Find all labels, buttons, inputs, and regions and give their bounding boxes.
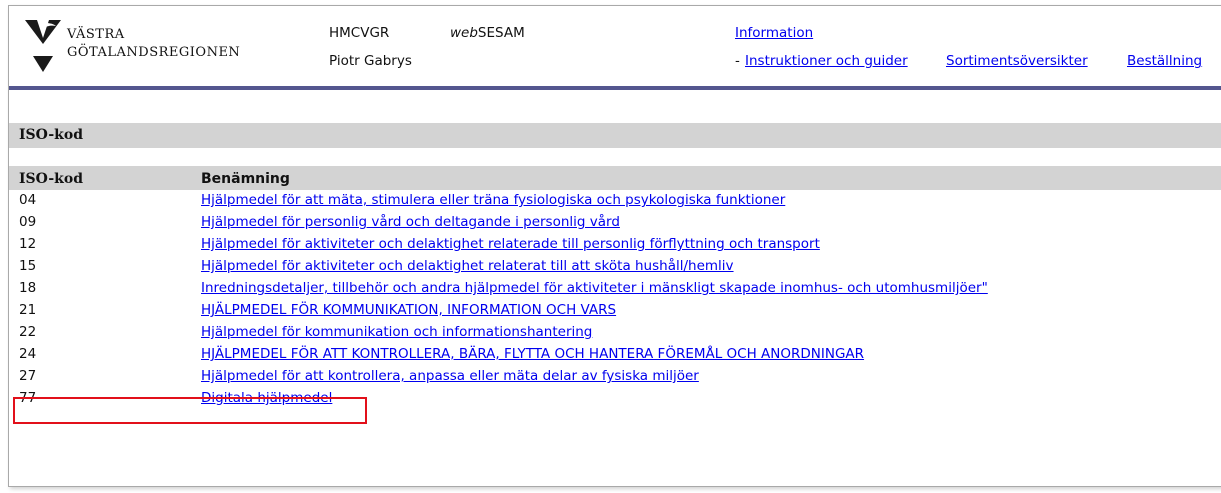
ordering-link[interactable]: Beställning (1127, 53, 1202, 69)
table-row: 27 Hjälpmedel för att kontrollera, anpas… (9, 366, 1221, 387)
page-frame: VÄSTRA GÖTALANDSREGIONEN HMCVGR webSESAM… (8, 5, 1221, 487)
logo-text-line1: VÄSTRA (67, 27, 125, 42)
iso-code-cell: 22 (19, 324, 37, 340)
iso-name-link[interactable]: HJÄLPMEDEL FÖR KOMMUNIKATION, INFORMATIO… (201, 302, 616, 318)
table-row: 15 Hjälpmedel för aktiviteter och delakt… (9, 256, 1221, 277)
app-name-prefix: web (450, 25, 478, 41)
table-row: 21 HJÄLPMEDEL FÖR KOMMUNIKATION, INFORMA… (9, 300, 1221, 321)
system-name: HMCVGR (329, 25, 390, 41)
logo-emblem-icon (25, 20, 61, 72)
section-title: ISO-kod (19, 127, 84, 143)
iso-name-link[interactable]: Inredningsdetaljer, tillbehör och andra … (201, 280, 988, 296)
iso-name-link[interactable]: Hjälpmedel för aktiviteter och delaktigh… (201, 258, 734, 274)
iso-name-link[interactable]: Hjälpmedel för att kontrollera, anpassa … (201, 368, 699, 384)
header-divider (9, 86, 1221, 90)
iso-code-cell: 24 (19, 346, 37, 362)
table-row: 22 Hjälpmedel för kommunikation och info… (9, 322, 1221, 343)
column-header-iso-code: ISO-kod (19, 171, 84, 187)
iso-name-link[interactable]: Hjälpmedel för kommunikation och informa… (201, 324, 592, 340)
section-header: ISO-kod (9, 123, 1221, 148)
table-header: ISO-kod Benämning (9, 166, 1221, 190)
highlight-box (13, 397, 367, 424)
column-header-name: Benämning (201, 171, 290, 187)
table-row: 09 Hjälpmedel för personlig vård och del… (9, 212, 1221, 233)
page-header: VÄSTRA GÖTALANDSREGIONEN HMCVGR webSESAM… (9, 6, 1221, 86)
iso-name-link[interactable]: HJÄLPMEDEL FÖR ATT KONTROLLERA, BÄRA, FL… (201, 346, 864, 362)
iso-code-cell: 09 (19, 214, 37, 230)
iso-name-link[interactable]: Hjälpmedel för att mäta, stimulera eller… (201, 192, 785, 208)
iso-name-link[interactable]: Hjälpmedel för personlig vård och deltag… (201, 214, 620, 230)
iso-code-cell: 04 (19, 192, 37, 208)
table-row: 04 Hjälpmedel för att mäta, stimulera el… (9, 190, 1221, 211)
app-name-suffix: SESAM (477, 25, 525, 41)
iso-code-cell: 21 (19, 302, 37, 318)
app-name: webSESAM (450, 25, 525, 41)
region-logo[interactable]: VÄSTRA GÖTALANDSREGIONEN (23, 16, 303, 80)
information-link[interactable]: Information (735, 25, 813, 41)
user-name: Piotr Gabrys (329, 53, 412, 69)
table-row: 12 Hjälpmedel för aktiviteter och delakt… (9, 234, 1221, 255)
logo-text-line2: GÖTALANDSREGIONEN (67, 45, 241, 60)
iso-code-cell: 27 (19, 368, 37, 384)
links-dash: - (735, 53, 740, 69)
assortment-overview-link[interactable]: Sortimentsöversikter (946, 53, 1088, 69)
iso-code-cell: 12 (19, 236, 37, 252)
iso-code-cell: 15 (19, 258, 37, 274)
instructions-link[interactable]: Instruktioner och guider (745, 53, 908, 69)
iso-name-link[interactable]: Hjälpmedel för aktiviteter och delaktigh… (201, 236, 820, 252)
table-row: 18 Inredningsdetaljer, tillbehör och and… (9, 278, 1221, 299)
iso-code-cell: 18 (19, 280, 37, 296)
table-row: 24 HJÄLPMEDEL FÖR ATT KONTROLLERA, BÄRA,… (9, 344, 1221, 365)
